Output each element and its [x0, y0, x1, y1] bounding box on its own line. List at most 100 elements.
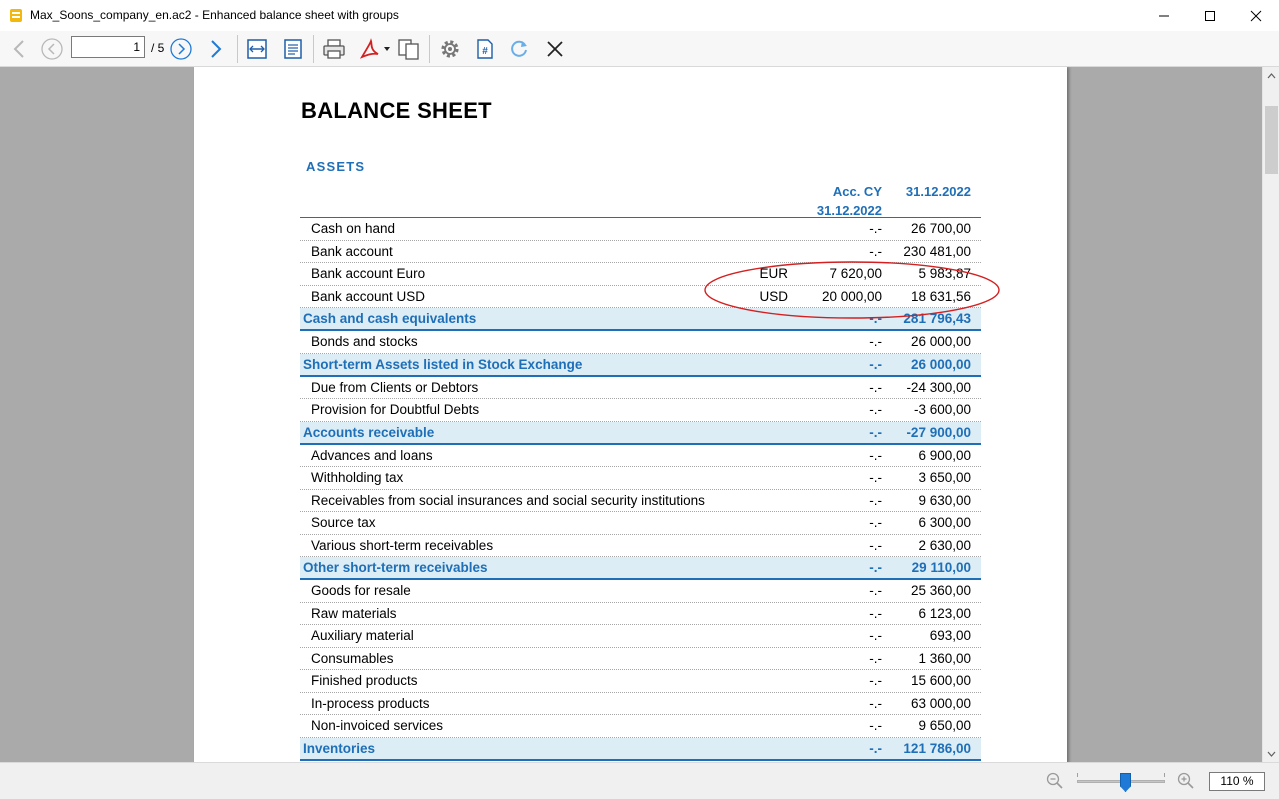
status-bar: 110 % [0, 762, 1279, 799]
table-row: Finished products -.- 15 600,00 [300, 670, 981, 693]
row-acc-cy: -.- [869, 515, 882, 530]
minimize-button[interactable] [1141, 0, 1187, 31]
zoom-tick [1164, 773, 1165, 777]
row-description: Withholding tax [311, 470, 404, 485]
row-amount: -3 600,00 [913, 402, 971, 417]
table-row: Non-invoiced services -.- 9 650,00 [300, 715, 981, 738]
window-title: Max_Soons_company_en.ac2 - Enhanced bala… [30, 8, 399, 22]
row-description: Consumables [311, 650, 394, 666]
settings-icon[interactable] [437, 37, 463, 61]
row-acc-cy: -.- [869, 424, 882, 440]
page-total: / 5 [151, 41, 165, 55]
table-row: Consumables -.- 1 360,00 [300, 648, 981, 670]
row-description: Advances and loans [311, 447, 433, 463]
row-amount: 9 630,00 [918, 492, 971, 508]
table-row: Bonds and stocks -.- 26 000,00 [300, 331, 981, 354]
table-row: Advances and loans -.- 6 900,00 [300, 445, 981, 467]
table-row: Goods for resale -.- 25 360,00 [300, 580, 981, 603]
row-acc-cy: -.- [869, 356, 882, 372]
zoom-tick [1077, 773, 1078, 777]
column-header-acc-line1: Acc. CY [832, 184, 882, 199]
row-acc-cy: -.- [869, 447, 882, 463]
table-row: Withholding tax -.- 3 650,00 [300, 467, 981, 490]
toolbar-separator [429, 35, 430, 63]
next-page-icon[interactable] [169, 37, 193, 61]
document-viewer[interactable]: BALANCE SHEET ASSETS Acc. CY 31.12.2022 … [0, 67, 1262, 762]
row-description: Non-invoiced services [311, 718, 444, 733]
annotation-ellipse [704, 261, 1000, 319]
page-number-icon[interactable]: # [473, 37, 497, 61]
row-amount: 9 650,00 [918, 718, 971, 733]
row-description: Bank account Euro [311, 266, 426, 281]
row-amount: -24 300,00 [906, 379, 971, 395]
forward-arrow-icon[interactable] [206, 37, 226, 61]
row-acc-cy: -.- [869, 560, 882, 575]
row-description: Finished products [311, 673, 418, 688]
row-amount: 26 000,00 [910, 334, 971, 349]
column-header-acc: Acc. CY 31.12.2022 [782, 182, 882, 220]
page-number-input[interactable]: 1 [71, 36, 145, 58]
row-description: Bank account USD [311, 288, 426, 304]
row-amount: 29 110,00 [911, 560, 971, 575]
section-title: ASSETS [306, 159, 366, 174]
fit-page-icon[interactable] [281, 37, 305, 61]
row-description: Auxiliary material [311, 628, 414, 643]
table-row: Raw materials -.- 6 123,00 [300, 603, 981, 625]
back-arrow-icon[interactable] [9, 37, 29, 61]
app-icon [9, 8, 23, 23]
zoom-in-icon[interactable] [1176, 771, 1196, 791]
copy-icon[interactable] [396, 37, 422, 61]
zoom-out-icon[interactable] [1045, 771, 1065, 791]
table-row: Auxiliary material -.- 693,00 [300, 625, 981, 648]
row-description: Other short-term receivables [303, 560, 488, 575]
row-acc-cy: -.- [869, 402, 882, 417]
row-amount: 26 000,00 [910, 356, 971, 372]
print-icon[interactable] [321, 37, 347, 61]
pdf-export-icon[interactable] [357, 37, 393, 61]
row-description: Raw materials [311, 605, 397, 621]
row-description: Inventories [303, 740, 376, 756]
scroll-down-icon[interactable] [1263, 745, 1279, 762]
toolbar-separator [237, 35, 238, 63]
scroll-up-icon[interactable] [1263, 67, 1279, 84]
row-description: Due from Clients or Debtors [311, 379, 479, 395]
row-acc-cy: -.- [869, 695, 882, 711]
row-acc-cy: -.- [869, 740, 882, 756]
close-icon[interactable] [543, 37, 567, 61]
row-acc-cy: -.- [869, 583, 882, 598]
row-amount: 230 481,00 [903, 243, 971, 259]
row-description: Accounts receivable [303, 424, 435, 440]
row-acc-cy: -.- [869, 334, 882, 349]
document-page: BALANCE SHEET ASSETS Acc. CY 31.12.2022 … [194, 67, 1067, 762]
group-total-row: Inventories -.- 121 786,00 [300, 737, 981, 761]
table-row: Various short-term receivables -.- 2 630,0… [300, 535, 981, 557]
group-total-row: Short-term Assets listed in Stock Exchan… [300, 353, 981, 377]
zoom-slider-thumb[interactable] [1120, 773, 1131, 792]
row-description: Receivables from social insurances and s… [311, 492, 705, 508]
row-description: Cash on hand [311, 221, 396, 236]
maximize-button[interactable] [1187, 0, 1233, 31]
row-acc-cy: -.- [869, 492, 882, 508]
fit-width-icon[interactable] [245, 37, 269, 61]
row-amount: 2 630,00 [918, 537, 971, 553]
row-description: Cash and cash equivalents [303, 311, 477, 326]
row-acc-cy: -.- [869, 537, 882, 553]
row-acc-cy: -.- [869, 243, 882, 259]
table-row: Receivables from social insurances and s… [300, 490, 981, 512]
scrollbar-thumb[interactable] [1265, 106, 1278, 174]
row-amount: 6 123,00 [918, 605, 971, 621]
row-amount: 6 300,00 [918, 515, 971, 530]
table-row: Due from Clients or Debtors -.- -24 300,00 [300, 377, 981, 399]
previous-page-icon[interactable] [40, 37, 64, 61]
close-window-button[interactable] [1233, 0, 1279, 31]
refresh-icon[interactable] [507, 37, 531, 61]
toolbar-separator [313, 35, 314, 63]
zoom-level-field[interactable]: 110 % [1209, 772, 1265, 791]
column-header-date: 31.12.2022 [905, 184, 971, 199]
row-amount: 26 700,00 [910, 221, 971, 236]
group-total-row: Accounts receivable -.- -27 900,00 [300, 421, 981, 445]
row-description: Provision for Doubtful Debts [311, 402, 480, 417]
vertical-scrollbar[interactable] [1262, 67, 1279, 762]
row-acc-cy: -.- [869, 628, 882, 643]
row-description: Goods for resale [311, 583, 411, 598]
